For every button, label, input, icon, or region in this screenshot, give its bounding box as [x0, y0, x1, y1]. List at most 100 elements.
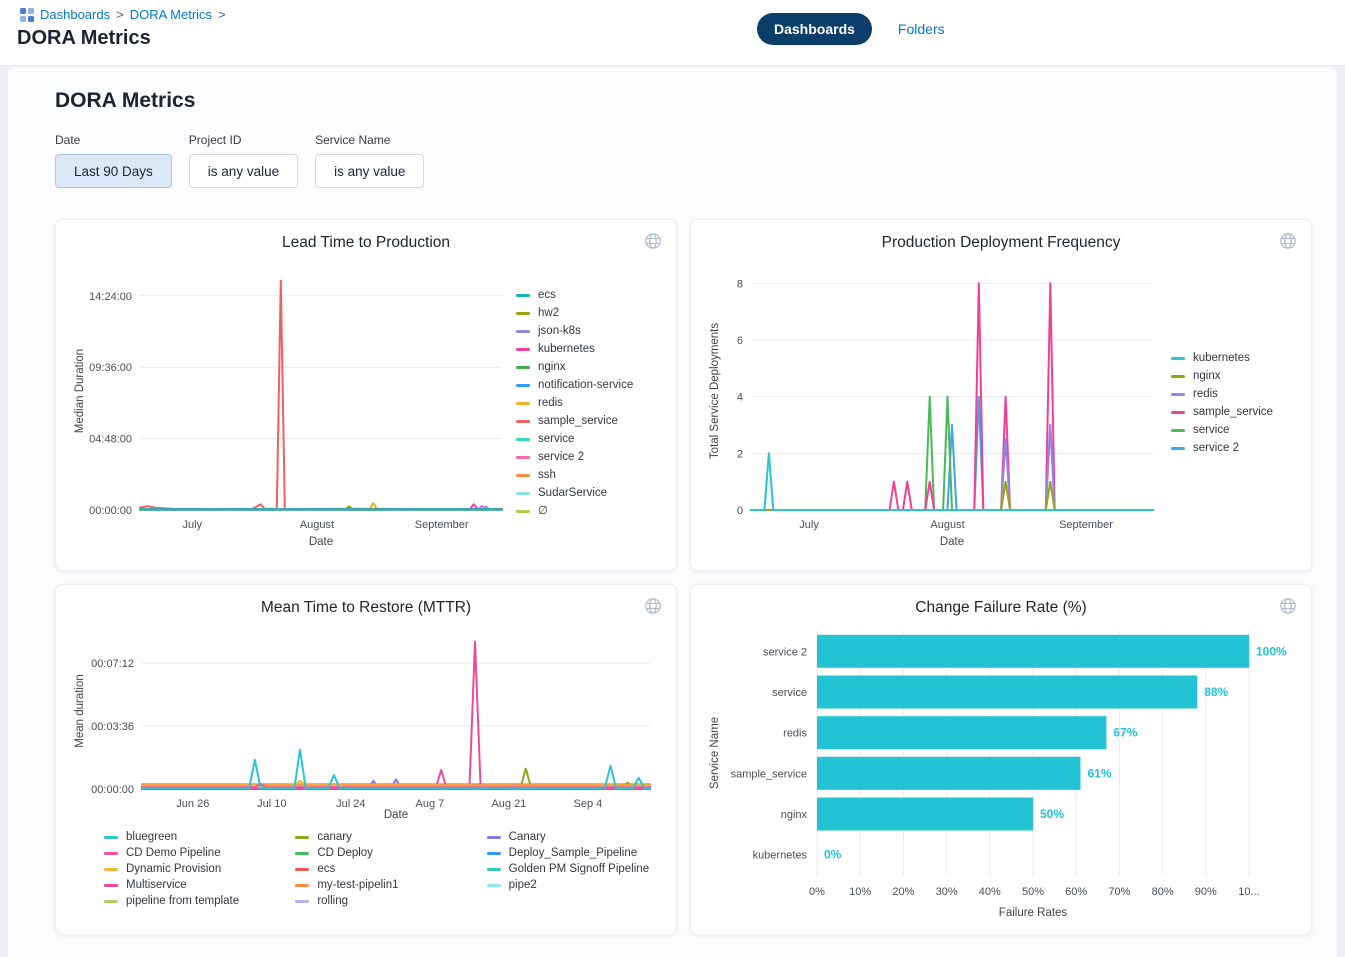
- tab-dashboards[interactable]: Dashboards: [757, 13, 872, 45]
- breadcrumb-dashboards[interactable]: Dashboards: [40, 7, 110, 22]
- filter-project-id-value[interactable]: is any value: [189, 154, 298, 188]
- legend-item[interactable]: SudarService: [516, 486, 633, 501]
- legend-swatch: [1171, 393, 1185, 396]
- tab-folders[interactable]: Folders: [898, 21, 945, 37]
- legend-label: service: [538, 432, 574, 447]
- filter-service-name-value[interactable]: is any value: [315, 154, 424, 188]
- legend-item[interactable]: service 2: [516, 450, 633, 465]
- legend-item[interactable]: sample_service: [516, 414, 633, 429]
- svg-text:Mean duration: Mean duration: [74, 674, 86, 748]
- legend-label: service 2: [1193, 441, 1239, 456]
- charts-grid: Lead Time to Production 00:00:0004:48:00…: [55, 219, 1312, 935]
- filter-service-name-label: Service Name: [315, 133, 424, 147]
- filter-project-id-label: Project ID: [189, 133, 298, 147]
- legend-swatch: [104, 836, 118, 839]
- svg-text:40%: 40%: [979, 886, 1001, 898]
- legend-item[interactable]: ∅: [516, 504, 633, 519]
- card-production-deployment-frequency: Production Deployment Frequency 02468Jul…: [690, 219, 1312, 571]
- legend-item[interactable]: Multiservice: [104, 877, 279, 893]
- legend-item[interactable]: CD Deploy: [295, 845, 470, 861]
- svg-text:Aug 21: Aug 21: [491, 798, 526, 810]
- svg-text:September: September: [1059, 519, 1113, 531]
- legend-item[interactable]: redis: [516, 396, 633, 411]
- legend-swatch: [516, 366, 530, 369]
- legend-label: pipeline from template: [126, 893, 239, 909]
- legend-item[interactable]: service: [1171, 423, 1273, 438]
- legend-item[interactable]: nginx: [516, 360, 633, 375]
- filter-date-value[interactable]: Last 90 Days: [55, 154, 172, 188]
- svg-text:80%: 80%: [1152, 886, 1174, 898]
- line-chart: 02468JulyAugustSeptemberDateTotal Servic…: [705, 256, 1165, 550]
- legend-swatch: [516, 294, 530, 297]
- bar-chart: 0%10%20%30%40%50%60%70%80%90%10...servic…: [705, 621, 1295, 921]
- legend-swatch: [487, 868, 501, 871]
- globe-icon[interactable]: [644, 597, 662, 620]
- legend-item[interactable]: redis: [1171, 387, 1273, 402]
- legend-swatch: [1171, 447, 1185, 450]
- legend-item[interactable]: sample_service: [1171, 405, 1273, 420]
- legend-swatch: [295, 884, 309, 887]
- chart-title: Change Failure Rate (%): [705, 599, 1297, 617]
- legend-item[interactable]: CD Demo Pipeline: [104, 845, 279, 861]
- legend-item[interactable]: canary: [295, 829, 470, 845]
- svg-text:88%: 88%: [1204, 685, 1228, 699]
- svg-text:Jul 24: Jul 24: [336, 798, 365, 810]
- legend-item[interactable]: pipe2: [487, 877, 662, 893]
- svg-text:61%: 61%: [1088, 766, 1112, 780]
- legend-swatch: [516, 384, 530, 387]
- legend-item[interactable]: Deploy_Sample_Pipeline: [487, 845, 662, 861]
- legend-swatch: [516, 510, 530, 513]
- legend-label: bluegreen: [126, 829, 177, 845]
- legend-item[interactable]: json-k8s: [516, 324, 633, 339]
- svg-text:50%: 50%: [1040, 807, 1064, 821]
- legend-item[interactable]: ecs: [295, 861, 470, 877]
- legend-item[interactable]: notification-service: [516, 378, 633, 393]
- legend-label: hw2: [538, 306, 559, 321]
- svg-text:100%: 100%: [1256, 644, 1287, 658]
- legend-label: redis: [1193, 387, 1218, 402]
- legend-swatch: [295, 900, 309, 903]
- legend-item[interactable]: bluegreen: [104, 829, 279, 845]
- legend-label: nginx: [538, 360, 566, 375]
- legend-swatch: [516, 474, 530, 477]
- legend-item[interactable]: pipeline from template: [104, 893, 279, 909]
- svg-text:70%: 70%: [1108, 886, 1130, 898]
- legend-item[interactable]: Golden PM Signoff Pipeline: [487, 861, 662, 877]
- legend-label: canary: [317, 829, 352, 845]
- filter-service-name: Service Name is any value: [315, 133, 424, 188]
- globe-icon[interactable]: [1279, 597, 1297, 620]
- breadcrumb-dora-metrics[interactable]: DORA Metrics: [130, 7, 212, 22]
- legend-item[interactable]: my-test-pipelin1: [295, 877, 470, 893]
- legend-item[interactable]: Dynamic Provision: [104, 861, 279, 877]
- legend-swatch: [104, 852, 118, 855]
- filters-bar: Date Last 90 Days Project ID is any valu…: [55, 133, 424, 188]
- svg-text:July: July: [183, 519, 203, 531]
- legend-item[interactable]: kubernetes: [1171, 351, 1273, 366]
- globe-icon[interactable]: [1279, 232, 1297, 255]
- legend-item[interactable]: service: [516, 432, 633, 447]
- legend-item[interactable]: Canary: [487, 829, 662, 845]
- legend-item[interactable]: ecs: [516, 288, 633, 303]
- svg-text:90%: 90%: [1195, 886, 1217, 898]
- legend-swatch: [295, 836, 309, 839]
- svg-text:14:24:00: 14:24:00: [89, 291, 132, 303]
- legend-label: sample_service: [538, 414, 618, 429]
- legend-item[interactable]: ssh: [516, 468, 633, 483]
- legend-swatch: [1171, 429, 1185, 432]
- legend-label: SudarService: [538, 486, 607, 501]
- legend-label: Dynamic Provision: [126, 861, 221, 877]
- legend-item[interactable]: hw2: [516, 306, 633, 321]
- top-header: Dashboards > DORA Metrics > DORA Metrics…: [0, 0, 1345, 66]
- svg-text:00:03:36: 00:03:36: [91, 721, 134, 733]
- svg-text:August: August: [300, 519, 334, 531]
- legend-item[interactable]: kubernetes: [516, 342, 633, 357]
- legend-swatch: [1171, 375, 1185, 378]
- globe-icon[interactable]: [644, 232, 662, 255]
- legend-label: pipe2: [509, 877, 537, 893]
- legend-item[interactable]: nginx: [1171, 369, 1273, 384]
- legend-item[interactable]: rolling: [295, 893, 470, 909]
- svg-text:kubernetes: kubernetes: [753, 850, 808, 862]
- card-change-failure-rate: Change Failure Rate (%) 0%10%20%30%40%50…: [690, 584, 1312, 935]
- svg-text:00:07:12: 00:07:12: [91, 658, 134, 670]
- legend-item[interactable]: service 2: [1171, 441, 1273, 456]
